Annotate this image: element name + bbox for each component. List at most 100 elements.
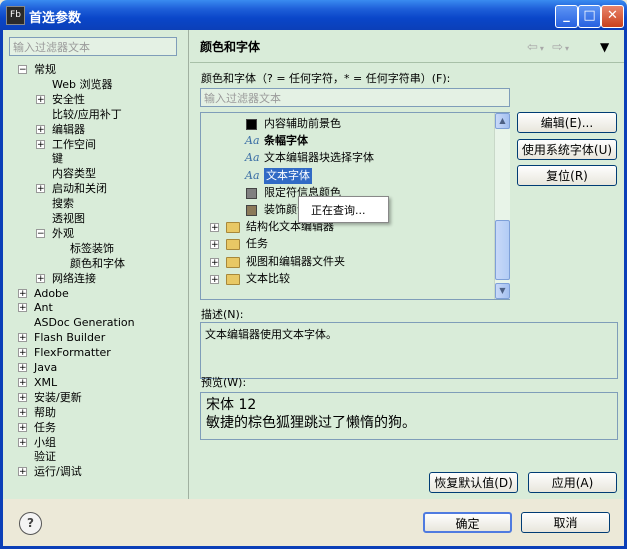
tree-item-label: FlexFormatter xyxy=(34,346,111,360)
close-button[interactable]: ✕ xyxy=(601,5,624,28)
expand-icon[interactable]: + xyxy=(36,184,45,194)
color-font-item[interactable]: Aa 文本编辑器块选择字体 xyxy=(201,150,493,166)
expand-icon[interactable]: + xyxy=(18,348,27,358)
tree-item-label: Ant xyxy=(34,301,53,315)
query-popup: 正在查询... xyxy=(298,196,389,223)
color-font-item[interactable]: + 视图和编辑器文件夹 xyxy=(201,254,493,270)
maximize-button[interactable]: □ xyxy=(578,5,601,28)
nav-buttons: ⇦▾ ⇨▾ xyxy=(527,40,571,55)
colors-fonts-label: 颜色和字体（? = 任何字符，* = 任何字符串）(F): xyxy=(201,72,451,85)
back-arrow-icon[interactable]: ⇦ xyxy=(527,40,540,55)
folder-icon xyxy=(226,239,240,251)
expand-icon[interactable]: + xyxy=(36,273,45,283)
folder-icon xyxy=(226,222,240,234)
color-font-item-label: 文本比较 xyxy=(246,271,290,285)
preview-sample-text: 敏捷的棕色狐狸跳过了懒惰的狗。 xyxy=(206,415,416,431)
colors-filter-input[interactable]: 输入过滤器文本 xyxy=(200,88,510,107)
minimize-button[interactable]: _ xyxy=(555,5,578,28)
expand-icon[interactable]: + xyxy=(36,139,45,149)
forward-arrow-icon[interactable]: ⇨ xyxy=(552,40,565,55)
tree-item-label: 网络连接 xyxy=(52,271,96,285)
window-title: 首选参数 xyxy=(29,11,82,26)
tree-item-label: 颜色和字体 xyxy=(70,256,125,270)
title-bar[interactable] xyxy=(0,0,627,30)
folder-icon xyxy=(226,273,240,285)
tree-filter-input[interactable]: 输入过滤器文本 xyxy=(9,37,177,56)
view-menu-icon[interactable]: ▼ xyxy=(600,40,609,54)
expand-icon[interactable]: + xyxy=(18,437,27,447)
expand-icon[interactable]: + xyxy=(18,392,27,402)
folder-icon xyxy=(226,256,240,268)
expand-icon[interactable]: + xyxy=(18,467,27,477)
tree-item-label: Adobe xyxy=(34,286,69,300)
collapse-icon[interactable]: − xyxy=(36,228,45,238)
color-font-item[interactable]: 内容辅助前景色 xyxy=(201,116,493,132)
color-swatch-icon xyxy=(246,119,257,130)
expand-icon[interactable]: + xyxy=(18,377,27,387)
tree-item-label: ASDoc Generation xyxy=(34,316,135,330)
tree-item-label: 工作空间 xyxy=(52,137,96,151)
scroll-thumb[interactable] xyxy=(495,220,510,280)
color-font-item[interactable]: Aa 条幅字体 xyxy=(201,133,493,149)
expand-icon[interactable]: + xyxy=(210,240,219,250)
description-box: 文本编辑器使用文本字体。 xyxy=(200,322,618,379)
description-label: 描述(N): xyxy=(201,308,244,321)
expand-icon[interactable]: + xyxy=(18,422,27,432)
tree-item-label: Flash Builder xyxy=(34,331,106,345)
tree-item-label: 比较/应用补丁 xyxy=(52,107,122,121)
color-font-item-label: 文本字体 xyxy=(264,167,312,184)
tree-item-label: Web 浏览器 xyxy=(52,77,113,91)
expand-icon[interactable]: + xyxy=(18,288,27,298)
font-icon: Aa xyxy=(245,134,260,148)
color-font-item-label: 任务 xyxy=(246,237,268,251)
tree-item-label: 标签装饰 xyxy=(70,241,114,255)
reset-button[interactable]: 复位(R) xyxy=(517,165,617,186)
help-icon[interactable]: ? xyxy=(19,512,42,535)
expand-icon[interactable]: + xyxy=(210,274,219,284)
apply-button[interactable]: 应用(A) xyxy=(528,472,617,493)
font-icon: Aa xyxy=(245,168,260,182)
tree-item-label: 编辑器 xyxy=(52,122,85,136)
scroll-down-button[interactable]: ▼ xyxy=(495,283,510,299)
color-swatch-icon xyxy=(246,205,257,216)
tree-item-label: Java xyxy=(34,361,58,374)
restore-defaults-button[interactable]: 恢复默认值(D) xyxy=(429,472,518,493)
tree-item-label: 安全性 xyxy=(52,92,85,106)
expand-icon[interactable]: + xyxy=(210,223,219,233)
tree-item-label: 帮助 xyxy=(34,405,56,419)
color-font-item[interactable]: + 文本比较 xyxy=(201,271,493,287)
collapse-icon[interactable]: − xyxy=(18,65,27,75)
expand-icon[interactable]: + xyxy=(18,303,27,313)
color-font-item[interactable]: Aa 文本字体 xyxy=(201,167,493,184)
use-system-font-button[interactable]: 使用系统字体(U) xyxy=(517,139,617,160)
tree-scrollbar[interactable]: ▲ ▼ xyxy=(494,113,510,299)
preview-font-name: 宋体 12 xyxy=(206,397,257,413)
scroll-up-button[interactable]: ▲ xyxy=(495,113,510,129)
tree-item-label: 常规 xyxy=(34,63,56,76)
tree-item-label: 运行/调试 xyxy=(34,465,82,479)
expand-icon[interactable]: + xyxy=(210,257,219,267)
tree-item-label: 验证 xyxy=(34,450,56,464)
expand-icon[interactable]: + xyxy=(36,124,45,134)
ok-button[interactable]: 确定 xyxy=(423,512,512,533)
tree-item-label: 内容类型 xyxy=(52,167,96,181)
tree-item-label: XML xyxy=(34,375,58,389)
tree-item-label: 键 xyxy=(52,152,63,166)
color-swatch-icon xyxy=(246,187,257,199)
expand-icon[interactable]: + xyxy=(18,363,27,373)
tree-item-label: 搜索 xyxy=(52,197,74,211)
font-icon: Aa xyxy=(245,151,260,165)
expand-icon[interactable]: + xyxy=(18,407,27,417)
tree-item-label: 启动和关闭 xyxy=(52,182,107,196)
color-font-item-label: 条幅字体 xyxy=(264,134,308,148)
color-font-item[interactable]: + 任务 xyxy=(201,236,493,252)
tree-item-label: 外观 xyxy=(52,226,74,240)
expand-icon[interactable]: + xyxy=(18,333,27,343)
preview-box: 宋体 12 敏捷的棕色狐狸跳过了懒惰的狗。 xyxy=(200,392,618,440)
edit-button[interactable]: 编辑(E)... xyxy=(517,112,617,133)
tree-item-label: 透视图 xyxy=(52,212,85,225)
tree-item-label: 任务 xyxy=(34,420,56,434)
cancel-button[interactable]: 取消 xyxy=(521,512,610,533)
header-divider xyxy=(190,62,624,63)
expand-icon[interactable]: + xyxy=(36,94,45,104)
